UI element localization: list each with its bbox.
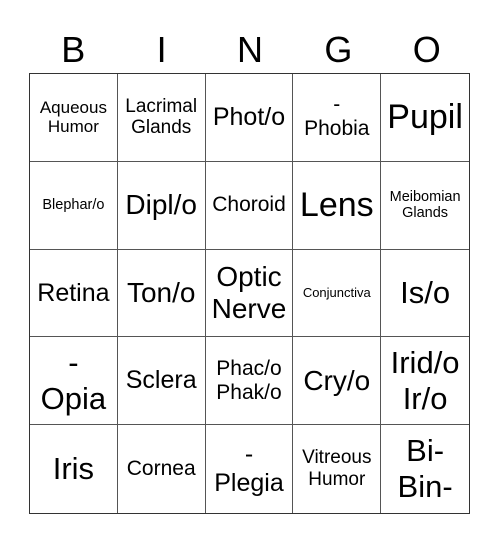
bingo-cell-text: Is/o [400,275,451,311]
bingo-cell-text: - Plegia [214,440,284,498]
bingo-cell[interactable]: Optic Nerve [205,249,294,338]
bingo-cell[interactable]: Lacrimal Glands [117,74,206,162]
bingo-cell[interactable]: Aqueous Humor [30,74,118,162]
header-letter-o: O [412,29,441,70]
bingo-cell[interactable]: Retina [30,249,118,338]
bingo-header: B I N G O [29,28,471,72]
bingo-cell[interactable]: Lens [293,161,382,250]
bingo-cell[interactable]: - Phobia [293,74,382,162]
bingo-cell[interactable]: Sclera [117,337,206,426]
bingo-cell-text: Pupil [387,97,463,136]
bingo-cell[interactable]: Meibomian Glands [381,162,469,250]
bingo-cell[interactable]: Irid/o Ir/o [381,337,469,426]
bingo-cell-text: Lens [299,185,374,224]
bingo-cell-text: Aqueous Humor [39,97,107,137]
bingo-cell[interactable]: Cornea [118,425,206,513]
bingo-cell[interactable]: Ton/o [117,249,206,338]
bingo-cell[interactable]: Blephar/o [30,161,118,250]
bingo-cell[interactable]: Vitreous Humor [293,425,382,513]
header-letter-b: B [61,29,86,70]
bingo-cell[interactable]: Dipl/o [117,161,206,250]
header-letter-n: N [236,29,263,70]
bingo-cell-text: Blephar/o [42,196,105,213]
bingo-cell[interactable]: - Opia [30,337,118,426]
bingo-cell-text: Meibomian Glands [389,188,461,222]
bingo-cell[interactable]: Bi- Bin- [381,425,469,513]
bingo-card-grid: Aqueous Humor Lacrimal Glands Phot/o - Phob… [29,73,470,514]
bingo-cell-text: Dipl/o [125,189,197,221]
bingo-cell[interactable]: Cry/o [293,337,382,426]
bingo-cell[interactable]: Iris [30,425,118,513]
bingo-cell-text: - Phobia [304,93,370,141]
header-letter-i: I [156,29,167,70]
bingo-cell[interactable]: Is/o [381,250,469,338]
bingo-cell-text: Iris [52,451,95,487]
bingo-cell-text: Sclera [125,366,197,395]
bingo-cell[interactable]: Phac/o Phak/o [205,337,294,426]
bingo-cell-text: Retina [37,278,110,307]
bingo-cell-text: Phot/o [212,103,286,132]
bingo-cell[interactable]: Choroid [205,161,294,250]
bingo-cell-text: Lacrimal Glands [125,95,198,139]
bingo-cell[interactable]: Conjunctiva [293,249,382,338]
bingo-cell-text: Optic Nerve [211,260,287,324]
bingo-cell-text: Vitreous Humor [302,447,372,491]
bingo-cell-text: Cry/o [303,364,371,396]
bingo-cell[interactable]: - Plegia [206,425,294,513]
bingo-cell-text: Cornea [126,457,196,481]
bingo-cell-text: Phac/o Phak/o [216,356,282,404]
bingo-cell-text: Irid/o Ir/o [390,345,460,416]
bingo-cell-text: Conjunctiva [302,284,371,300]
bingo-cell-text: Ton/o [126,276,196,308]
bingo-cell[interactable]: Pupil [381,74,469,162]
bingo-cell-text: - Opia [40,345,107,416]
header-letter-g: G [324,29,353,70]
bingo-cell-text: Choroid [212,193,286,217]
bingo-cell[interactable]: Phot/o [205,74,294,162]
bingo-cell-text: Bi- Bin- [397,433,453,505]
